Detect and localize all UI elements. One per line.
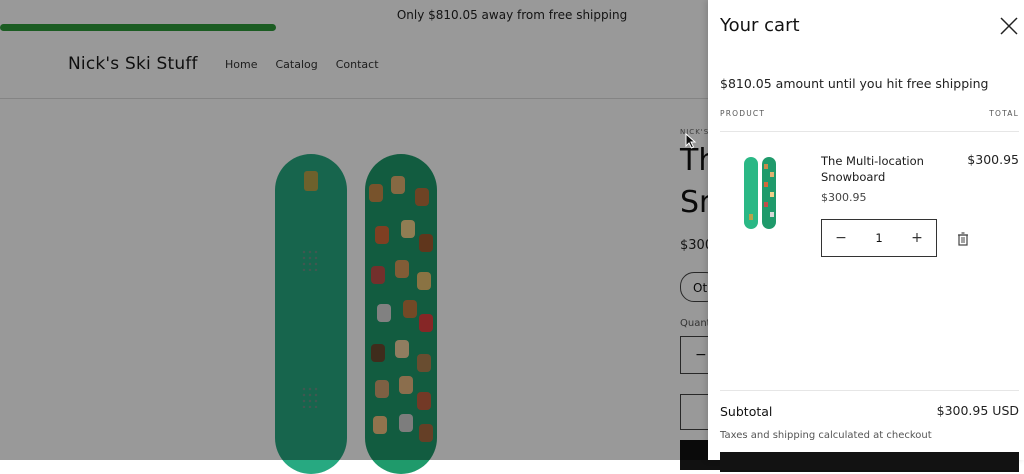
quantity-value[interactable]: 1	[860, 231, 898, 245]
trash-icon	[958, 232, 968, 246]
product-thumbnail[interactable]	[742, 156, 780, 230]
remove-item-button[interactable]	[957, 231, 969, 246]
tax-note: Taxes and shipping calculated at checkou…	[720, 430, 932, 441]
cart-drawer: Your cart $810.05 amount until you hit f…	[708, 0, 1024, 472]
column-header-product: PRODUCT	[720, 109, 766, 118]
cart-footer-divider	[720, 390, 1019, 391]
free-shipping-message: $810.05 amount until you hit free shippi…	[720, 76, 989, 91]
checkout-button[interactable]	[720, 452, 1019, 472]
cart-item-unit-price: $300.95	[821, 191, 867, 204]
cart-title: Your cart	[720, 15, 800, 36]
quantity-increase-button[interactable]: +	[898, 230, 936, 246]
close-icon	[1000, 17, 1018, 35]
cart-item-name[interactable]: The Multi-location Snowboard	[821, 153, 931, 185]
cart-item-line-total: $300.95	[967, 152, 1019, 167]
subtotal-value: $300.95 USD	[936, 403, 1019, 418]
cart-quantity-stepper: − 1 +	[821, 219, 937, 257]
mouse-cursor-icon	[685, 133, 697, 149]
subtotal-label: Subtotal	[720, 404, 773, 419]
column-header-total: TOTAL	[989, 109, 1019, 118]
cart-header-divider	[720, 131, 1019, 132]
quantity-decrease-button[interactable]: −	[822, 230, 860, 246]
close-cart-button[interactable]	[999, 16, 1019, 36]
